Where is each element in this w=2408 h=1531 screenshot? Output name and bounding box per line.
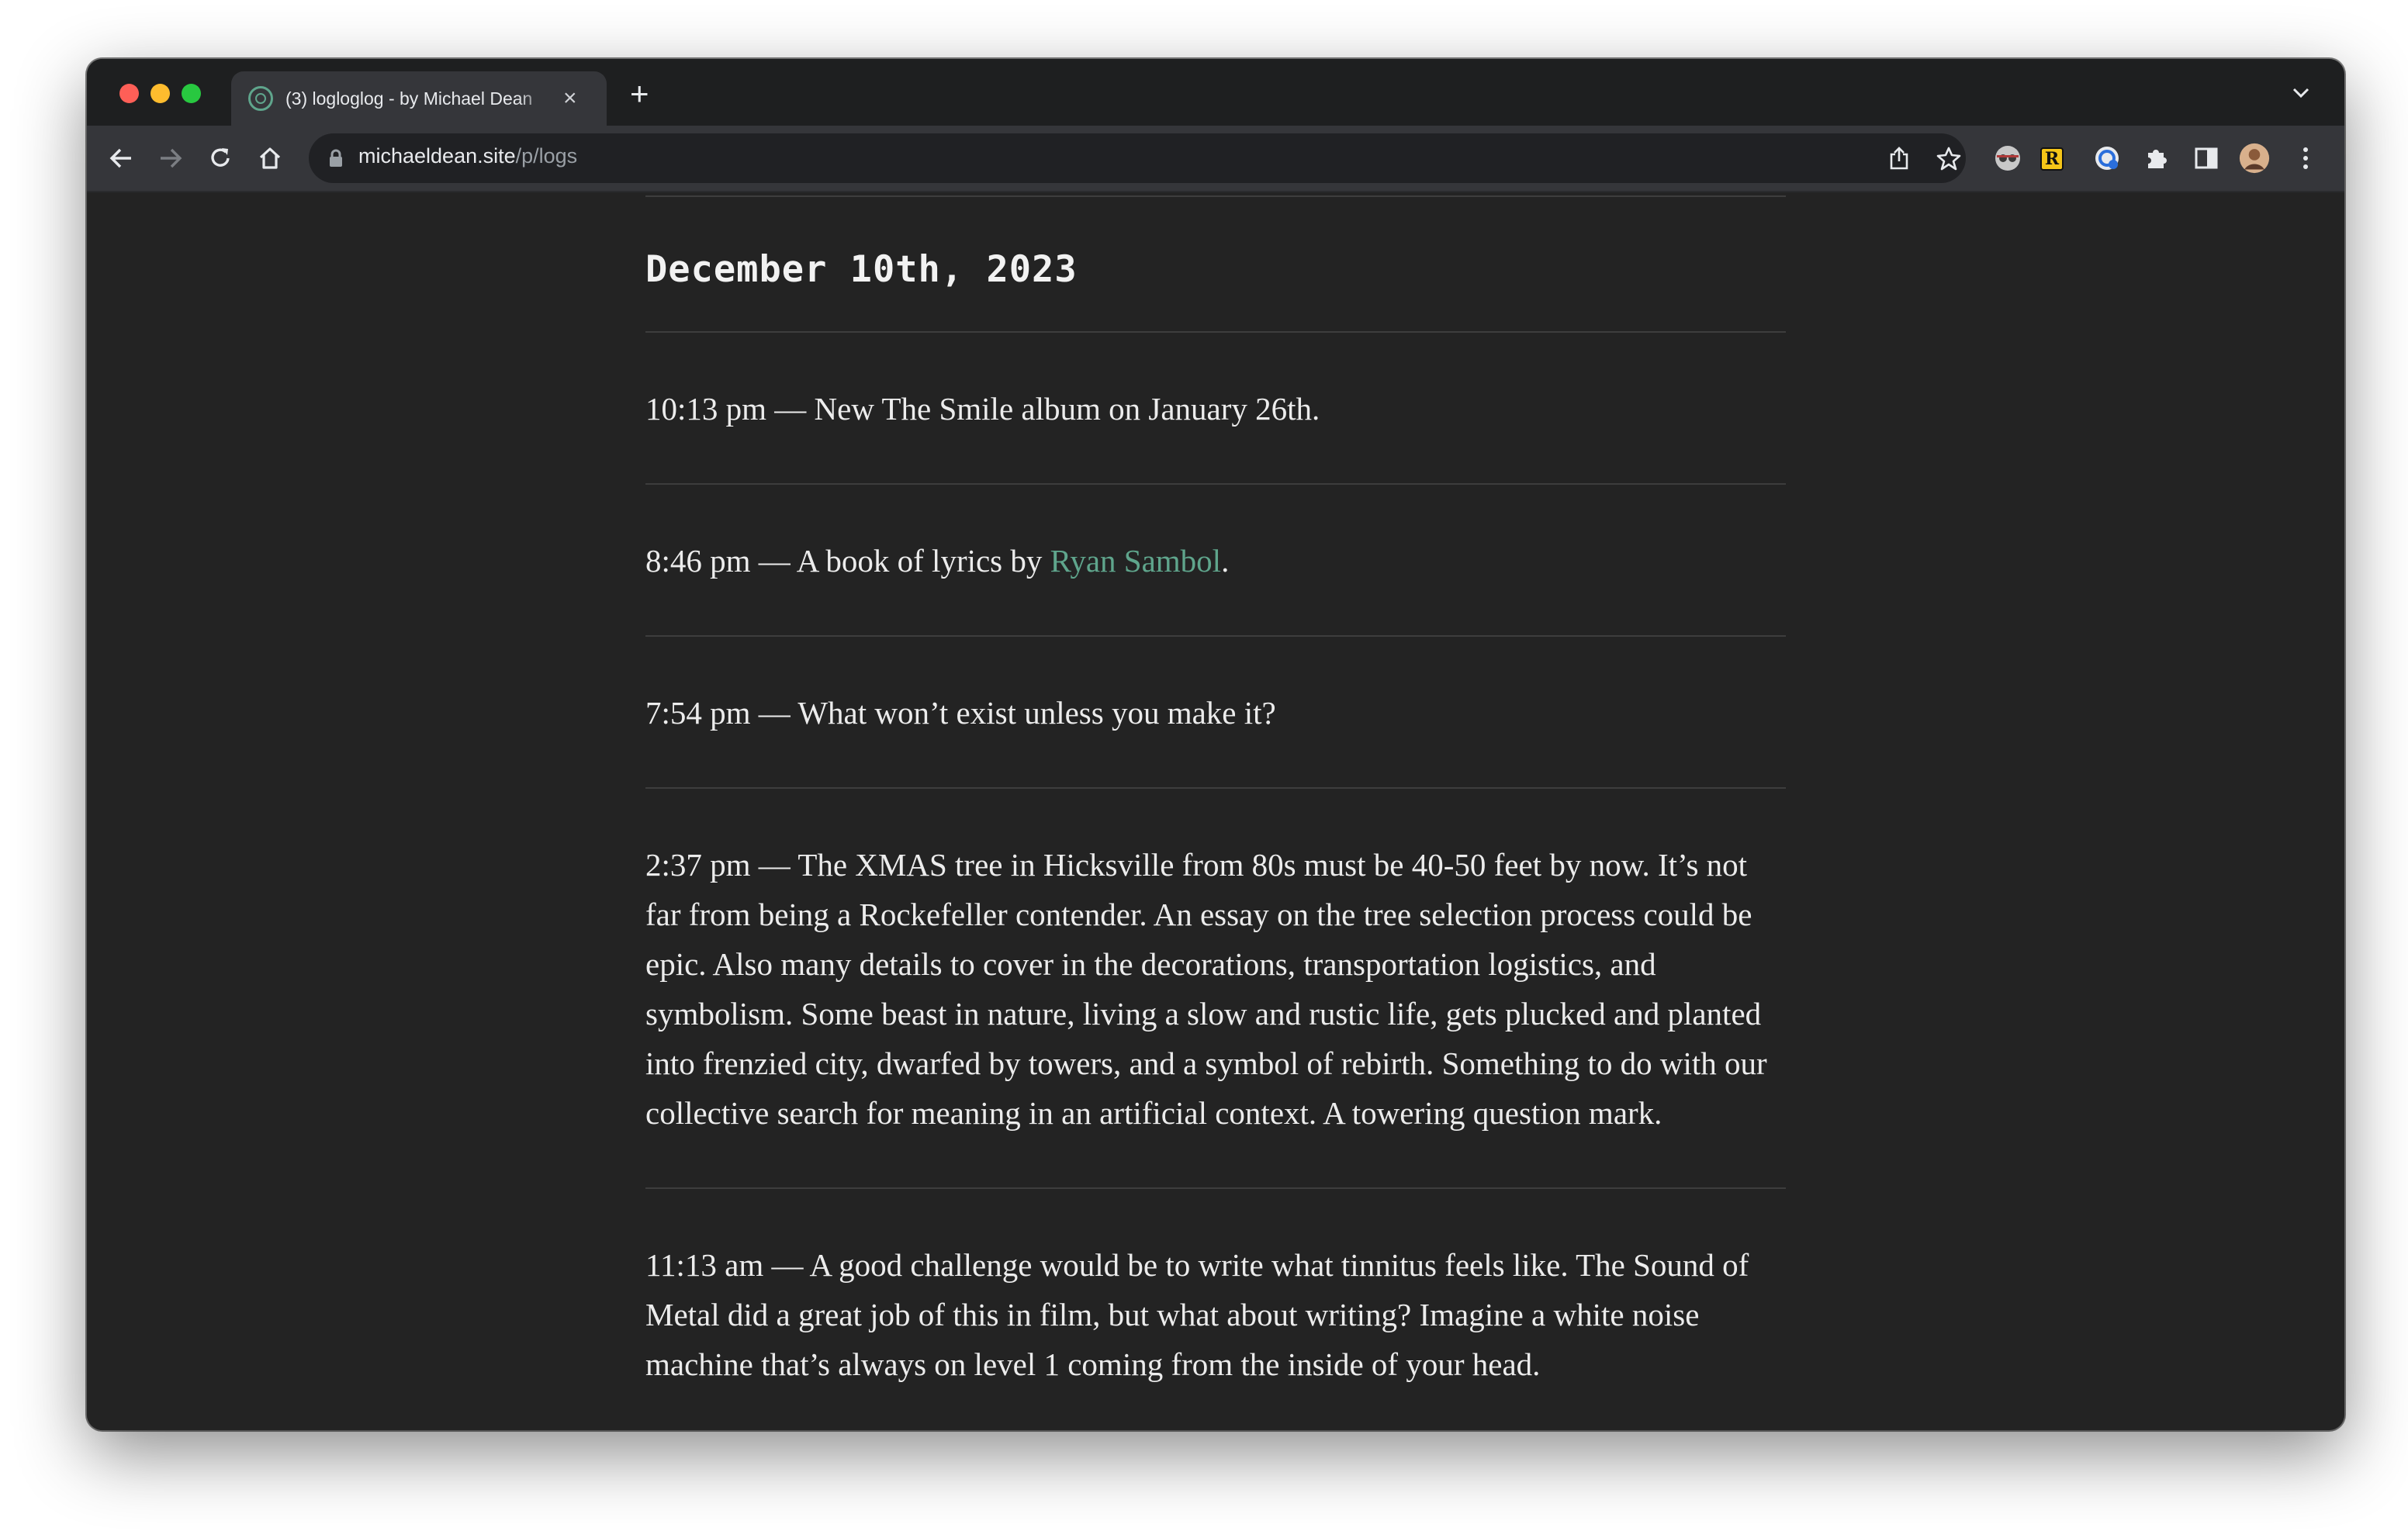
ryan-sambol-link[interactable]: Ryan Sambol bbox=[1050, 543, 1221, 579]
entry-text: The XMAS tree in Hicksville from 80s mus… bbox=[645, 847, 1767, 1131]
title-bar: (3) logloglog - by Michael Dean × + bbox=[87, 59, 2344, 126]
log-entry: 2:37 pm — The XMAS tree in Hicksville fr… bbox=[645, 789, 1786, 1187]
url-host: michaeldean.site bbox=[358, 144, 516, 168]
entry-time: 2:37 pm bbox=[645, 847, 751, 883]
entry-time: 7:54 pm bbox=[645, 695, 751, 731]
date-heading: December 10th, 2023 bbox=[645, 248, 1078, 291]
entry-time: 8:46 pm bbox=[645, 543, 751, 579]
entry-text: What won’t exist unless you make it? bbox=[797, 695, 1276, 731]
reload-icon[interactable] bbox=[205, 143, 236, 174]
address-bar[interactable]: michaeldean.site/p/logs bbox=[309, 133, 1966, 183]
minimize-window-button[interactable] bbox=[150, 84, 170, 103]
log-column: December 10th, 2023 10:13 pm — New The S… bbox=[645, 195, 1786, 1430]
share-icon[interactable] bbox=[1884, 143, 1915, 174]
site-favicon-icon bbox=[248, 86, 273, 111]
tab-search-chevron-icon[interactable] bbox=[2292, 87, 2310, 103]
extension-glasses-icon[interactable] bbox=[1992, 143, 2023, 174]
home-icon[interactable] bbox=[254, 143, 285, 174]
url-path: /p/logs bbox=[515, 144, 578, 168]
browser-tab-active[interactable]: (3) logloglog - by Michael Dean × bbox=[231, 71, 607, 126]
extension-r-icon[interactable]: R bbox=[2040, 147, 2064, 171]
url-text[interactable]: michaeldean.site/p/logs bbox=[358, 144, 577, 168]
tab-close-button[interactable]: × bbox=[563, 87, 577, 110]
profile-avatar[interactable] bbox=[2239, 143, 2270, 174]
entry-separator: — bbox=[750, 695, 798, 731]
extension-globe-icon[interactable] bbox=[2091, 143, 2123, 174]
entry-text: New The Smile album on January 26th. bbox=[814, 391, 1320, 427]
back-icon[interactable] bbox=[106, 143, 137, 174]
log-entry: 8:46 pm — A book of lyrics by Ryan Sambo… bbox=[645, 485, 1786, 635]
log-entry: 10:13 pm — New The Smile album on Januar… bbox=[645, 333, 1786, 483]
page-content: December 10th, 2023 10:13 pm — New The S… bbox=[87, 192, 2344, 1430]
lock-icon[interactable] bbox=[329, 149, 343, 171]
entry-separator: — bbox=[766, 391, 815, 427]
entry-time: 10:13 pm bbox=[645, 391, 767, 427]
bookmark-star-icon[interactable] bbox=[1933, 143, 1964, 174]
zoom-window-button[interactable] bbox=[182, 84, 201, 103]
log-entry: 7:54 pm — What won’t exist unless you ma… bbox=[645, 637, 1786, 787]
forward-icon[interactable] bbox=[155, 143, 186, 174]
more-menu-icon[interactable] bbox=[2290, 143, 2321, 174]
side-panel-icon[interactable] bbox=[2191, 143, 2222, 174]
entry-separator: — bbox=[763, 1247, 810, 1283]
entry-separator: — bbox=[750, 543, 797, 579]
extensions-puzzle-icon[interactable] bbox=[2141, 143, 2172, 174]
browser-window: (3) logloglog - by Michael Dean × + mich… bbox=[87, 59, 2344, 1430]
log-entry: 11:13 am — A good challenge would be to … bbox=[645, 1189, 1786, 1430]
close-window-button[interactable] bbox=[119, 84, 139, 103]
entry-separator: — bbox=[750, 847, 798, 883]
tab-title: (3) logloglog - by Michael Dean bbox=[285, 88, 533, 109]
entry-text: A good challenge would be to write what … bbox=[645, 1247, 1749, 1382]
new-tab-button[interactable]: + bbox=[630, 78, 649, 110]
entry-time: 11:13 am bbox=[645, 1247, 764, 1283]
entry-text-end: . bbox=[1221, 543, 1230, 579]
entry-text: A book of lyrics by bbox=[796, 543, 1050, 579]
browser-toolbar: michaeldean.site/p/logs R bbox=[87, 126, 2344, 192]
